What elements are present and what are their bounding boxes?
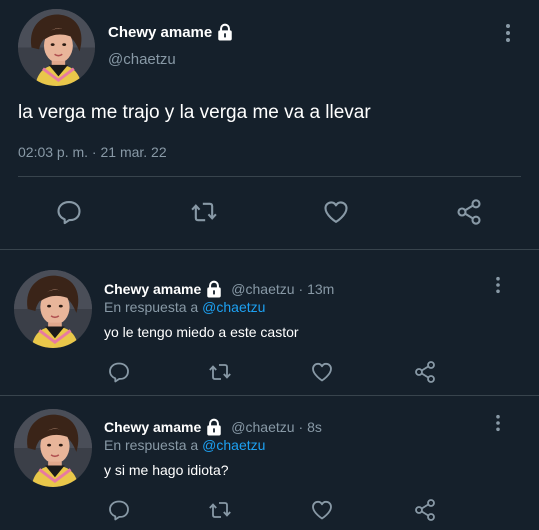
handle[interactable]: @chaetzu (231, 281, 294, 297)
retweet-icon[interactable] (189, 198, 219, 226)
reply-icon[interactable] (107, 360, 131, 384)
handle[interactable]: @chaetzu (231, 419, 294, 435)
avatar[interactable] (14, 270, 92, 348)
in-reply-prefix: En respuesta a (104, 299, 199, 315)
in-reply-prefix: En respuesta a (104, 437, 199, 453)
divider (18, 176, 521, 177)
display-name[interactable]: Chewy amame (104, 419, 201, 435)
tweet-text: yo le tengo miedo a este castor (104, 324, 299, 340)
handle[interactable]: @chaetzu (108, 51, 176, 68)
more-icon[interactable] (495, 414, 501, 432)
tweet-text: y si me hago idiota? (104, 462, 229, 478)
share-icon[interactable] (455, 198, 483, 226)
reply-icon[interactable] (107, 498, 131, 522)
in-reply-handle-link[interactable]: @chaetzu (202, 299, 265, 315)
author-handle-row: @chaetzu (108, 50, 176, 68)
reply-icon[interactable] (55, 198, 83, 226)
time-ago[interactable]: · 8s (299, 419, 322, 435)
divider (0, 395, 539, 396)
more-icon[interactable] (495, 276, 501, 294)
like-icon[interactable] (310, 360, 334, 384)
lock-icon (205, 418, 223, 436)
avatar[interactable] (18, 9, 95, 86)
like-icon[interactable] (322, 198, 350, 226)
display-name[interactable]: Chewy amame (108, 24, 212, 41)
timestamp[interactable]: 02:03 p. m. · 21 mar. 22 (18, 144, 167, 160)
tweet-text: la verga me trajo y la verga me va a lle… (18, 102, 371, 123)
avatar[interactable] (14, 409, 92, 487)
retweet-icon[interactable] (207, 360, 233, 384)
like-icon[interactable] (310, 498, 334, 522)
divider (0, 249, 539, 250)
lock-icon (205, 280, 223, 298)
in-reply-to: En respuesta a @chaetzu (104, 436, 265, 454)
author-row: Chewy amame @chaetzu · 13m (104, 279, 334, 299)
more-icon[interactable] (505, 23, 511, 43)
share-icon[interactable] (413, 360, 437, 384)
share-icon[interactable] (413, 498, 437, 522)
retweet-icon[interactable] (207, 498, 233, 522)
author-name-row: Chewy amame (108, 22, 234, 42)
display-name[interactable]: Chewy amame (104, 281, 201, 297)
lock-icon (216, 23, 234, 41)
in-reply-to: En respuesta a @chaetzu (104, 298, 265, 316)
in-reply-handle-link[interactable]: @chaetzu (202, 437, 265, 453)
time-ago[interactable]: · 13m (299, 281, 335, 297)
author-row: Chewy amame @chaetzu · 8s (104, 417, 322, 437)
